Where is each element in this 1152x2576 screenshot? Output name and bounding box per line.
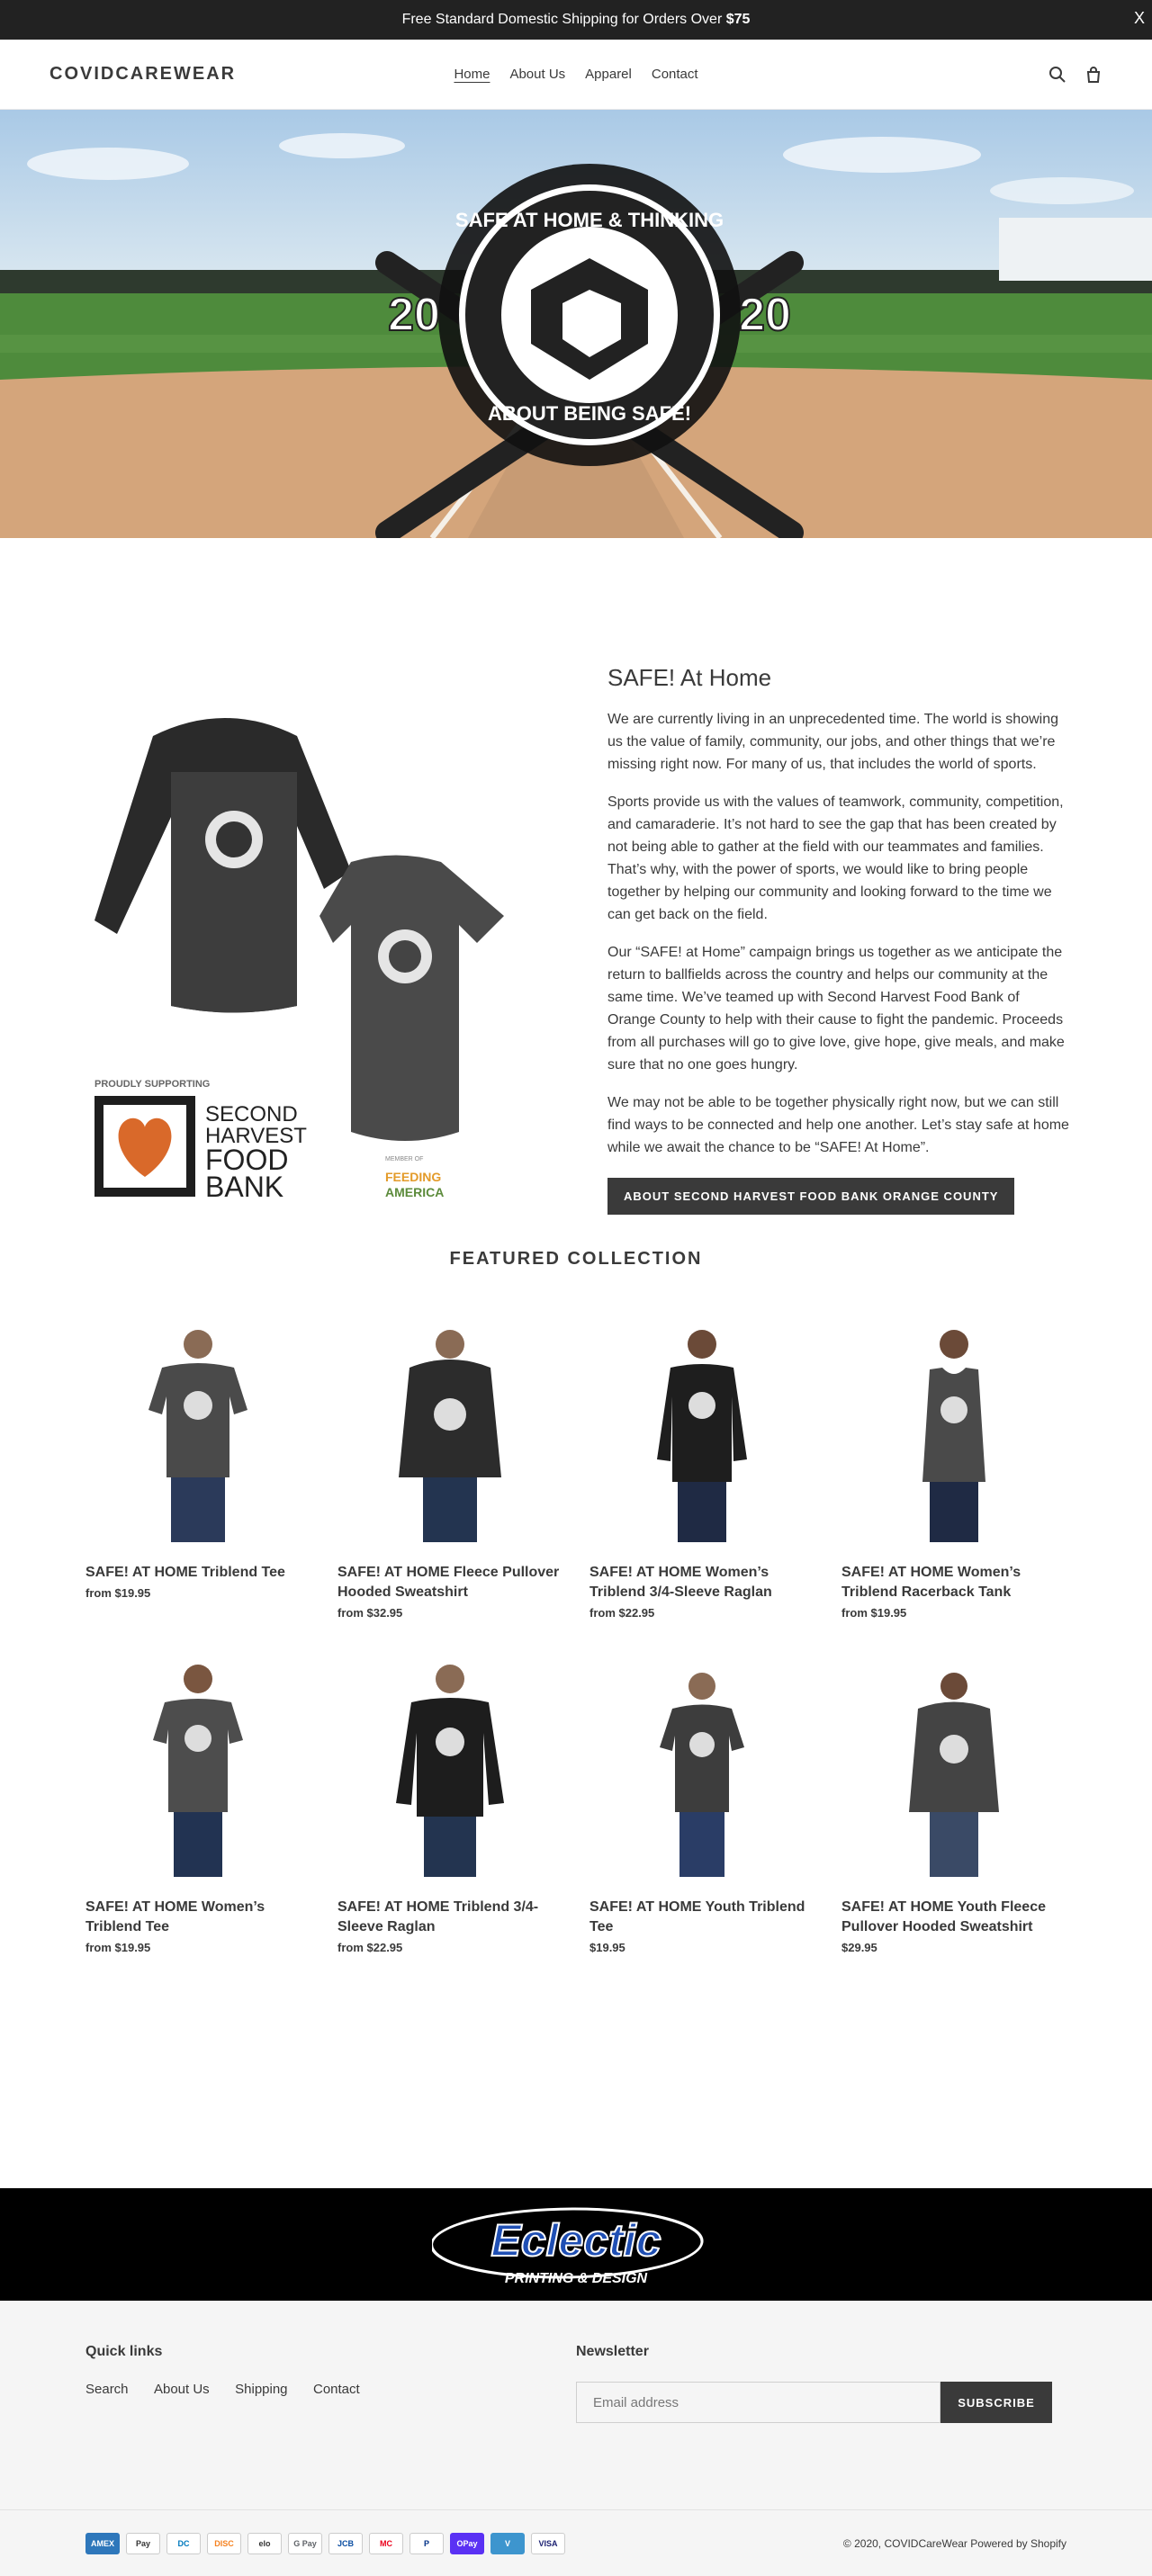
svg-text:PROUDLY SUPPORTING: PROUDLY SUPPORTING — [94, 1079, 210, 1090]
product-image[interactable] — [590, 1324, 814, 1549]
about-paragraph-4: We may not be able to be together physic… — [608, 1095, 1069, 1155]
svg-text:SECOND: SECOND — [205, 1102, 298, 1126]
header-icons — [1048, 66, 1102, 84]
product-card[interactable]: SAFE! AT HOME Women’s Triblend Racerback… — [842, 1324, 1066, 1620]
svg-text:SAFE AT HOME & THINKING: SAFE AT HOME & THINKING — [455, 209, 724, 231]
featured-collection: FEATURED COLLECTION SAFE! AT HOME Trible… — [0, 1249, 1152, 1954]
svg-text:20: 20 — [388, 289, 440, 341]
shop-pay-icon: OPay — [450, 2532, 484, 2554]
product-title[interactable]: SAFE! AT HOME Youth Fleece Pullover Hood… — [842, 1898, 1066, 1937]
svg-text:ABOUT BEING SAFE!: ABOUT BEING SAFE! — [488, 402, 691, 425]
sponsor-band: Eclectic PRINTING & DESIGN — [0, 2188, 1152, 2301]
svg-text:MEMBER OF: MEMBER OF — [385, 1156, 423, 1162]
product-title[interactable]: SAFE! AT HOME Triblend 3/4-Sleeve Raglan — [338, 1898, 562, 1937]
food-bank-button[interactable]: ABOUT SECOND HARVEST FOOD BANK ORANGE CO… — [608, 1178, 1015, 1215]
discover-icon: DISC — [207, 2532, 241, 2554]
footer-link-contact[interactable]: Contact — [313, 2382, 360, 2397]
product-card[interactable]: SAFE! AT HOME Women’s Triblend Tee from … — [86, 1659, 310, 1954]
footer-bottom: AMEX Pay DC DISC elo G Pay JCB MC P OPay… — [0, 2509, 1152, 2576]
nav-home[interactable]: Home — [444, 67, 500, 82]
product-image[interactable] — [86, 1324, 310, 1549]
payment-icons: AMEX Pay DC DISC elo G Pay JCB MC P OPay… — [86, 2532, 565, 2554]
footer-link-about-us[interactable]: About Us — [154, 2382, 210, 2397]
product-price: from $19.95 — [86, 1941, 151, 1954]
product-card[interactable]: SAFE! AT HOME Fleece Pullover Hooded Swe… — [338, 1324, 562, 1620]
about-text: SAFE! At Home We are currently living in… — [608, 664, 1071, 1249]
footer-link-search[interactable]: Search — [86, 2382, 129, 2397]
svg-text:Eclectic: Eclectic — [490, 2215, 661, 2266]
search-icon[interactable] — [1048, 66, 1066, 84]
product-card[interactable]: SAFE! AT HOME Youth Fleece Pullover Hood… — [842, 1659, 1066, 1954]
close-icon[interactable]: X — [1134, 9, 1145, 28]
nav-about-us[interactable]: About Us — [500, 67, 575, 82]
product-title[interactable]: SAFE! AT HOME Women’s Triblend 3/4-Sleev… — [590, 1563, 814, 1602]
announcement-bar: Free Standard Domestic Shipping for Orde… — [0, 0, 1152, 40]
about-paragraph-1: We are currently living in an unpreceden… — [608, 712, 1058, 772]
subscribe-button[interactable]: SUBSCRIBE — [940, 2382, 1052, 2423]
hero-artwork: SAFE AT HOME & THINKING ABOUT BEING SAFE… — [0, 133, 1152, 538]
cart-icon[interactable] — [1084, 66, 1102, 84]
quick-links-title: Quick links — [86, 2344, 163, 2359]
visa-icon: VISA — [531, 2532, 565, 2554]
product-price: from $32.95 — [338, 1606, 403, 1620]
svg-text:BANK: BANK — [205, 1171, 284, 1203]
email-field[interactable]: Email address — [576, 2382, 940, 2423]
mastercard-icon: MC — [369, 2532, 403, 2554]
apple-pay-icon: Pay — [126, 2532, 160, 2554]
product-image[interactable] — [338, 1659, 562, 1884]
svg-text:PRINTING & DESIGN: PRINTING & DESIGN — [505, 2271, 648, 2286]
jcb-icon: JCB — [328, 2532, 363, 2554]
nav-apparel[interactable]: Apparel — [575, 67, 642, 82]
footer-link-shipping[interactable]: Shipping — [235, 2382, 287, 2397]
about-section: PROUDLY SUPPORTING SECOND HARVEST FOOD B… — [0, 538, 1152, 1249]
svg-text:20: 20 — [739, 289, 791, 341]
paypal-icon: P — [410, 2532, 444, 2554]
copyright: © 2020, COVIDCareWear Powered by Shopify — [842, 2536, 1066, 2550]
newsletter-title: Newsletter — [576, 2344, 649, 2359]
product-card[interactable]: SAFE! AT HOME Triblend 3/4-Sleeve Raglan… — [338, 1659, 562, 1954]
eclectic-logo[interactable]: Eclectic PRINTING & DESIGN — [432, 2200, 720, 2290]
svg-text:FEEDING: FEEDING — [385, 1170, 441, 1184]
newsletter: Newsletter Email address SUBSCRIBE — [576, 2344, 1066, 2423]
amex-icon: AMEX — [86, 2532, 120, 2554]
product-title[interactable]: SAFE! AT HOME Youth Triblend Tee — [590, 1898, 814, 1937]
product-price: $19.95 — [590, 1941, 626, 1954]
hero-banner: SAFE AT HOME & THINKING ABOUT BEING SAFE… — [0, 110, 1152, 538]
product-title[interactable]: SAFE! AT HOME Triblend Tee — [86, 1563, 310, 1583]
site-header: COVIDCAREWEAR Home About Us Apparel Cont… — [0, 40, 1152, 110]
shirts-promo-image: PROUDLY SUPPORTING SECOND HARVEST FOOD B… — [81, 664, 549, 1204]
product-price: from $19.95 — [86, 1586, 151, 1600]
about-paragraph-3: Our “SAFE! at Home” campaign brings us t… — [608, 945, 1065, 1073]
product-image[interactable] — [842, 1324, 1066, 1549]
diners-club-icon: DC — [166, 2532, 201, 2554]
product-image[interactable] — [86, 1659, 310, 1884]
elo-icon: elo — [248, 2532, 282, 2554]
product-image[interactable] — [338, 1324, 562, 1549]
site-logo[interactable]: COVIDCAREWEAR — [50, 64, 236, 85]
google-pay-icon: G Pay — [288, 2532, 322, 2554]
product-title[interactable]: SAFE! AT HOME Women’s Triblend Racerback… — [842, 1563, 1066, 1602]
svg-text:AMERICA: AMERICA — [385, 1185, 444, 1199]
venmo-icon: V — [490, 2532, 525, 2554]
product-title[interactable]: SAFE! AT HOME Fleece Pullover Hooded Swe… — [338, 1563, 562, 1602]
product-price: from $19.95 — [842, 1606, 907, 1620]
featured-title: FEATURED COLLECTION — [449, 1249, 703, 1269]
product-grid: SAFE! AT HOME Triblend Tee from $19.95 S… — [0, 1299, 1152, 1954]
product-price: from $22.95 — [338, 1941, 403, 1954]
site-footer: Quick links Search About Us Shipping Con… — [0, 2301, 1152, 2576]
product-image[interactable] — [842, 1659, 1066, 1884]
product-image[interactable] — [590, 1659, 814, 1884]
product-card[interactable]: SAFE! AT HOME Youth Triblend Tee $19.95 — [590, 1659, 814, 1954]
product-card[interactable]: SAFE! AT HOME Women’s Triblend 3/4-Sleev… — [590, 1324, 814, 1620]
quick-links: Quick links Search About Us Shipping Con… — [86, 2344, 576, 2423]
product-title[interactable]: SAFE! AT HOME Women’s Triblend Tee — [86, 1898, 310, 1937]
about-heading: SAFE! At Home — [608, 664, 772, 691]
announcement-text: Free Standard Domestic Shipping for Orde… — [401, 12, 751, 27]
product-card[interactable]: SAFE! AT HOME Triblend Tee from $19.95 — [86, 1324, 310, 1620]
product-price: from $22.95 — [590, 1606, 655, 1620]
nav-contact[interactable]: Contact — [642, 67, 708, 82]
about-paragraph-2: Sports provide us with the values of tea… — [608, 794, 1064, 922]
product-price: $29.95 — [842, 1941, 878, 1954]
